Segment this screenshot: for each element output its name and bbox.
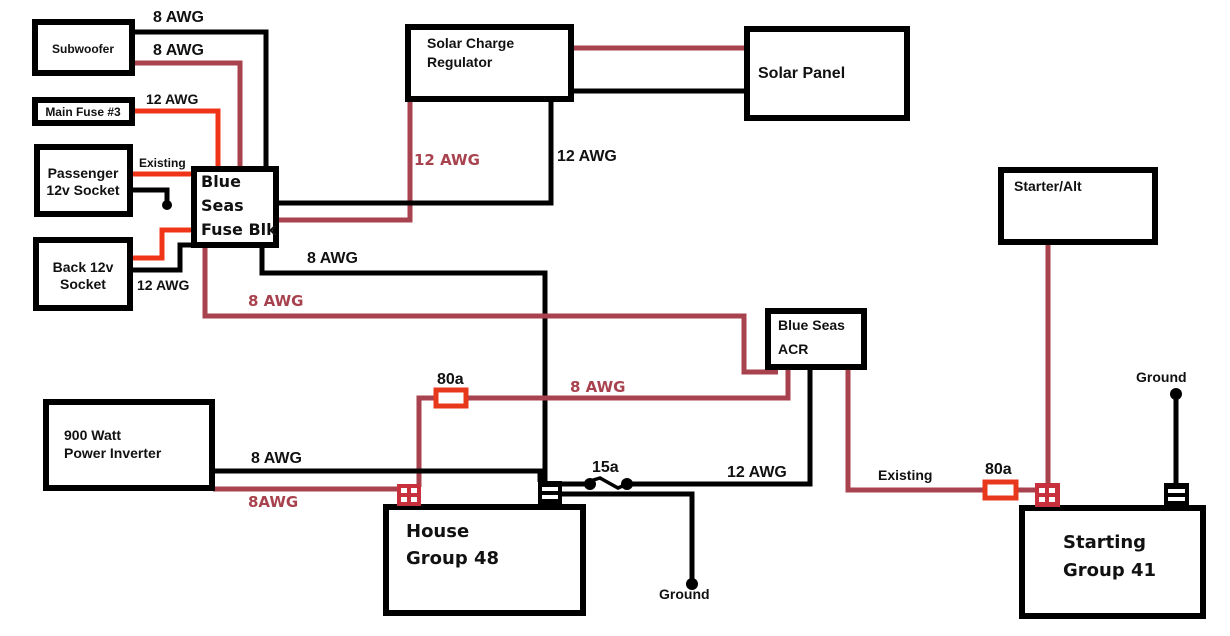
blue-seas-fuse-block: Blue Seas Fuse Blk <box>191 166 279 248</box>
house-battery-label-1: House <box>406 521 469 542</box>
subwoofer-label: Subwoofer <box>52 42 114 56</box>
label-regulator-pos: 12 AWG <box>414 151 480 169</box>
wire-fuse-block-negative-to-house <box>259 246 548 482</box>
label-acr-neg: 12 AWG <box>727 464 787 481</box>
label-back-socket-wire: 12 AWG <box>137 277 189 293</box>
main-fuse: Main Fuse #3 <box>32 97 135 126</box>
fuse-block-label-1: Blue <box>201 172 241 191</box>
house-battery: House Group 48 <box>383 504 586 616</box>
fuse-block-label-3: Fuse Blk <box>201 220 277 239</box>
wire-passenger-ground <box>132 187 170 204</box>
starting-ground-icon <box>1170 388 1182 400</box>
starting-positive-terminal <box>1035 483 1060 507</box>
label-house-ground: Ground <box>659 586 710 602</box>
label-passenger-existing: Existing <box>139 156 186 170</box>
blue-seas-acr: Blue Seas ACR <box>765 308 867 370</box>
acr-label-1: Blue Seas <box>778 317 845 333</box>
label-start-fuse: 80a <box>985 461 1012 478</box>
label-acr-to-start-existing: Existing <box>878 467 932 483</box>
label-inverter-pos: 8AWG <box>248 493 298 511</box>
label-sub-pos: 8 AWG <box>153 42 204 59</box>
regulator-label-1: Solar Charge <box>427 35 514 51</box>
passenger-ground-dot <box>162 200 172 210</box>
wire-acr-to-house-positive <box>466 368 791 401</box>
regulator-label-2: Regulator <box>427 54 493 70</box>
starting-battery-label-1: Starting <box>1063 532 1146 553</box>
solar-panel-label: Solar Panel <box>758 65 845 82</box>
label-acr-to-house: 8 AWG <box>570 378 625 396</box>
label-house-fuse: 80a <box>437 371 464 388</box>
inverter-label-2: Power Inverter <box>64 445 162 461</box>
house-positive-terminal <box>397 484 421 506</box>
starting-battery-label-2: Group 41 <box>1063 560 1156 581</box>
back-socket-label-1: Back 12v <box>53 259 114 275</box>
label-sub-neg: 8 AWG <box>153 9 204 26</box>
label-regulator-neg: 12 AWG <box>557 148 617 165</box>
passenger-socket: Passenger 12v Socket <box>34 144 133 217</box>
label-ground-fuse: 15a <box>592 459 619 476</box>
house-battery-label-2: Group 48 <box>406 548 499 569</box>
fuse-block-label-2: Seas <box>201 196 244 215</box>
solar-charge-regulator: Solar Charge Regulator <box>405 24 574 102</box>
wire-inverter-negative <box>213 468 543 482</box>
label-main-fuse-wire: 12 AWG <box>146 91 198 107</box>
starter-alt-label: Starter/Alt <box>1014 178 1082 194</box>
label-fuse-blk-neg: 8 AWG <box>307 250 358 267</box>
starter-alternator: Starter/Alt <box>998 167 1158 245</box>
ground-15a-fuse-icon <box>584 476 633 490</box>
inverter-label-1: 900 Watt <box>64 427 121 443</box>
passenger-socket-label-1: Passenger <box>48 165 119 181</box>
house-negative-terminal <box>538 481 562 507</box>
back-socket: Back 12v Socket <box>33 237 133 311</box>
acr-label-2: ACR <box>778 341 808 357</box>
starting-negative-terminal <box>1164 483 1189 507</box>
house-80a-fuse-icon <box>433 387 469 409</box>
subwoofer: Subwoofer <box>32 19 135 76</box>
power-inverter: 900 Watt Power Inverter <box>43 399 215 491</box>
wire-subwoofer-positive <box>132 60 243 170</box>
wiring-diagram: Subwoofer Main Fuse #3 Passenger 12v Soc… <box>32 9 1206 619</box>
passenger-socket-label-2: 12v Socket <box>46 182 119 198</box>
main-fuse-label: Main Fuse #3 <box>45 105 121 119</box>
label-start-ground: Ground <box>1136 369 1187 385</box>
wire-house-fuse-to-terminal <box>416 395 434 487</box>
label-fuse-blk-pos: 8 AWG <box>248 292 303 310</box>
start-80a-fuse-icon <box>982 479 1019 501</box>
label-inverter-neg: 8 AWG <box>251 450 302 467</box>
solar-panel: Solar Panel <box>744 26 910 121</box>
back-socket-label-2: Socket <box>60 276 106 292</box>
starting-battery: Starting Group 41 <box>1019 505 1206 619</box>
